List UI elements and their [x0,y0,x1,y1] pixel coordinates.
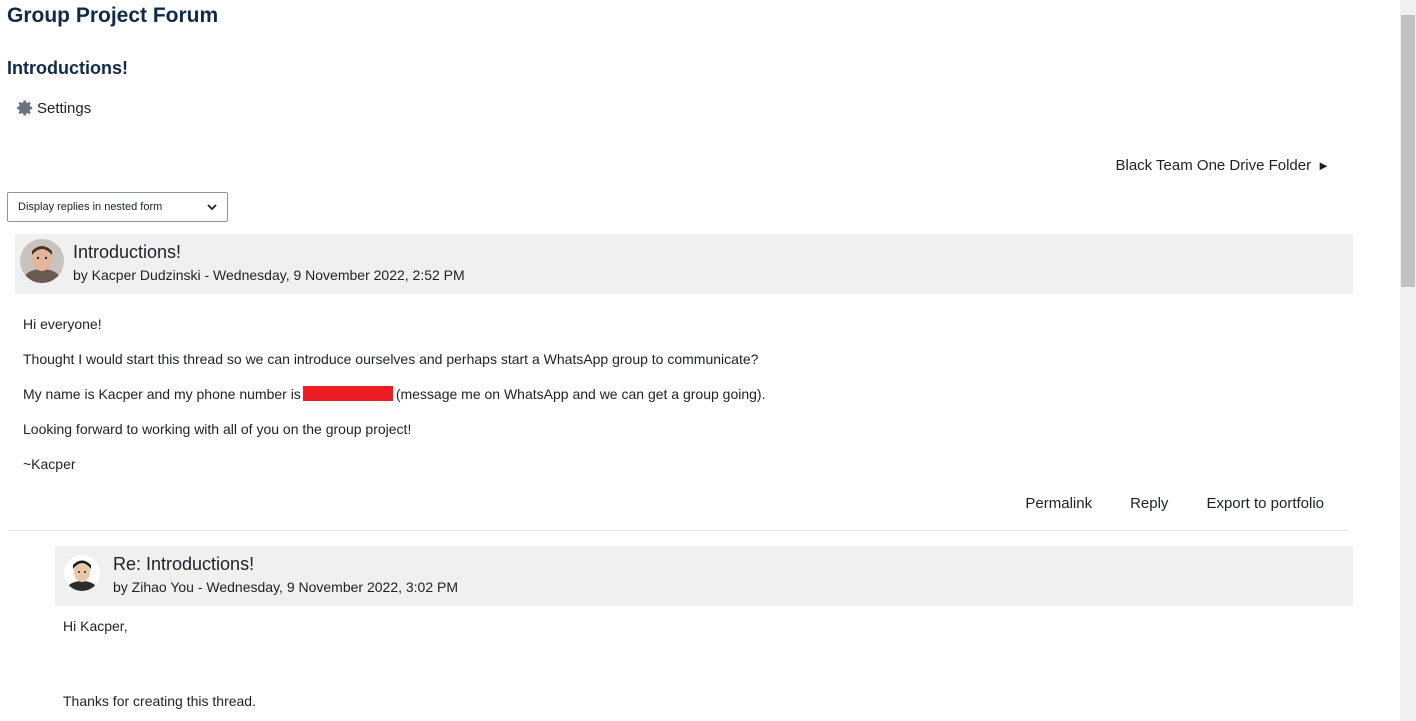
gear-icon [16,99,34,117]
play-arrow-icon: ► [1317,158,1330,173]
reply-link[interactable]: Reply [1130,495,1168,512]
post-byline: by Kacper Dudzinski - Wednesday, 9 Novem… [73,267,465,283]
vertical-scrollbar[interactable] [1400,0,1416,721]
display-mode-value: Display replies in nested form [18,201,163,213]
settings-menu[interactable]: Settings [16,99,91,117]
reply-header: Re: Introductions! by Zihao You - Wednes… [55,546,1353,606]
page-title: Group Project Forum [7,4,219,27]
discussion-title: Introductions! [7,58,128,78]
post-line-phone: My name is Kacper and my phone number is… [23,386,1343,421]
avatar[interactable] [20,239,64,283]
post-divider [8,530,1349,531]
post-actions: Permalink Reply Export to portfolio [1025,495,1324,512]
post-line: Hi Kacper, [63,618,128,634]
post-body: Hi everyone! Thought I would start this … [23,316,1343,491]
permalink-link[interactable]: Permalink [1025,495,1092,512]
chevron-down-icon [207,202,217,212]
post-header: Introductions! by Kacper Dudzinski - Wed… [15,234,1353,294]
next-discussion-label: Black Team One Drive Folder [1115,157,1312,174]
post-line: Thanks for creating this thread. [63,693,256,709]
display-mode-select[interactable]: Display replies in nested form [7,192,228,222]
post-line: Hi everyone! [23,316,102,332]
next-discussion-link[interactable]: Black Team One Drive Folder ► [1115,157,1330,174]
post-byline: by Zihao You - Wednesday, 9 November 202… [113,579,459,595]
redaction-box [302,386,393,401]
post-line: Looking forward to working with all of y… [23,421,412,437]
post-line-part: My name is Kacper and my phone number is [23,386,301,402]
post-line: Thought I would start this thread so we … [23,351,759,367]
reply-body: Hi Kacper, Thanks for creating this thre… [63,618,1343,709]
settings-label: Settings [37,99,92,117]
post-subject[interactable]: Introductions! [73,241,465,263]
post-line: ~Kacper [23,456,76,472]
export-portfolio-link[interactable]: Export to portfolio [1206,495,1324,512]
avatar[interactable] [64,555,100,591]
post-line-part: (message me on WhatsApp and we can get a… [395,386,766,402]
scrollbar-thumb[interactable] [1401,15,1415,287]
post-subject[interactable]: Re: Introductions! [113,553,458,575]
